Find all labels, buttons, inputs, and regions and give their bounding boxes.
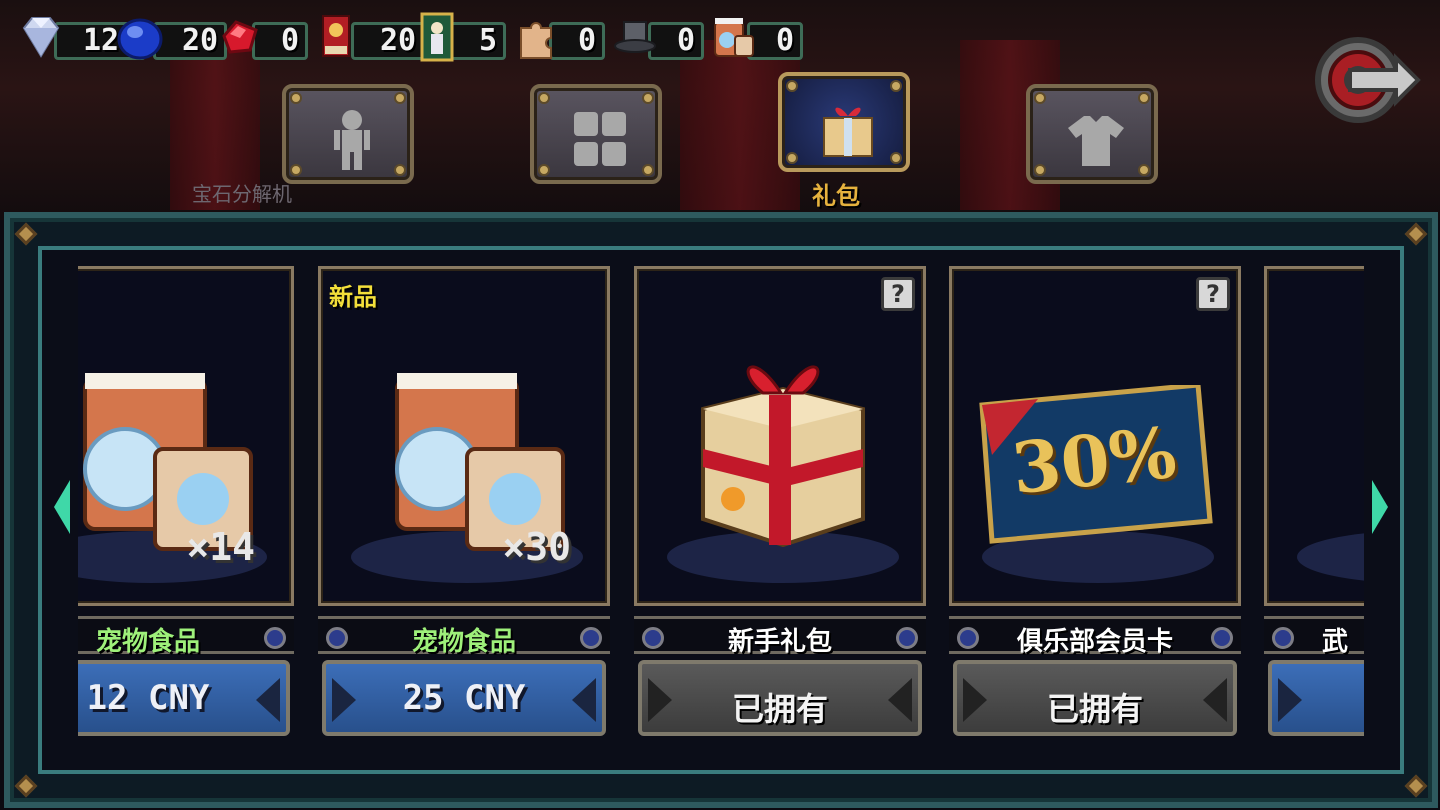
- item-art-frame: ×14: [78, 266, 294, 606]
- blue-gem-icon: [117, 18, 163, 60]
- back-arrow-icon[interactable]: [1310, 30, 1422, 130]
- item-name: 宠物食品: [411, 627, 516, 657]
- buy-button[interactable]: 25 CNY: [322, 660, 606, 736]
- shop-item-list[interactable]: ×14 宠物食品 12 CNY 新品 ×30 宠物食品 25 CNY ? 新手礼…: [78, 264, 1364, 758]
- tab-gift-label: 礼包: [812, 182, 860, 210]
- item-art-frame: 新品 ×30: [318, 266, 610, 606]
- card-discount-text: 30%: [1008, 410, 1180, 511]
- shop-item-club-card[interactable]: ? 30% 俱乐部会员卡 已拥有: [949, 264, 1241, 756]
- resource-hat: 0: [608, 6, 705, 68]
- diamond-icon: [22, 17, 60, 58]
- tab-outfit[interactable]: [1026, 84, 1158, 184]
- tab-character[interactable]: [282, 84, 414, 184]
- help-icon[interactable]: ?: [881, 277, 915, 311]
- resource-ruby: 0: [212, 6, 309, 68]
- character-icon: [334, 110, 370, 170]
- item-art-frame: ? 30%: [949, 266, 1241, 606]
- item-quantity: ×14: [186, 525, 255, 569]
- red-gem-icon: [222, 20, 258, 54]
- gift-icon: [823, 107, 873, 157]
- resource-puzzle: 0: [509, 6, 606, 68]
- dice-icon: [574, 112, 626, 166]
- buy-button[interactable]: [1268, 660, 1364, 736]
- item-name: 新手礼包: [727, 627, 832, 657]
- shop-item-weapon[interactable]: 武: [1264, 264, 1364, 756]
- top-hat-icon: [614, 21, 656, 53]
- owned-button: 已拥有: [953, 660, 1237, 736]
- background-station-label: 宝石分解机: [192, 182, 292, 206]
- buy-button[interactable]: 12 CNY: [78, 660, 290, 736]
- item-name-bar: 新手礼包: [634, 616, 926, 657]
- scroll-right-arrow-icon[interactable]: [1372, 480, 1388, 534]
- item-name-bar: 俱乐部会员卡: [949, 616, 1241, 657]
- owned-status: 已拥有: [1046, 690, 1143, 728]
- item-price: 12 CNY: [86, 678, 210, 718]
- item-name-bar: 宠物食品: [78, 616, 294, 657]
- new-badge: 新品: [329, 283, 377, 311]
- item-quantity: ×30: [502, 525, 571, 569]
- help-icon[interactable]: ?: [1196, 277, 1230, 311]
- gift-box-icon: [701, 365, 865, 548]
- owned-status: 已拥有: [731, 690, 828, 728]
- pet-food-icon: [714, 18, 754, 57]
- item-art-frame: [1264, 266, 1364, 606]
- item-name: 宠物食品: [95, 627, 200, 657]
- owned-button: 已拥有: [638, 660, 922, 736]
- resource-sapphire: 20: [113, 6, 228, 68]
- shirt-icon: [1068, 116, 1124, 166]
- resource-bar: 128 20 0 20 5 0 0 0: [14, 6, 804, 68]
- resource-card: 5: [410, 6, 507, 68]
- scroll-left-arrow-icon[interactable]: [54, 480, 70, 534]
- resource-ticket: 20: [311, 6, 426, 68]
- puzzle-piece-icon: [520, 22, 552, 59]
- shop-item-pet-food-14[interactable]: ×14 宠物食品 12 CNY: [78, 264, 294, 756]
- shop-item-starter-pack[interactable]: ? 新手礼包 已拥有: [634, 264, 926, 756]
- tab-skins[interactable]: [530, 84, 662, 184]
- ticket-icon: [322, 15, 350, 57]
- resource-diamond: 128: [14, 6, 147, 68]
- item-name: 武: [1322, 627, 1349, 657]
- item-name-bar: 武: [1264, 616, 1364, 657]
- item-name: 俱乐部会员卡: [1016, 627, 1173, 657]
- item-name-bar: 宠物食品: [318, 616, 610, 657]
- shop-item-pet-food-30[interactable]: 新品 ×30 宠物食品 25 CNY: [318, 264, 610, 756]
- tarot-card-icon: [420, 12, 454, 62]
- tab-gift[interactable]: [778, 72, 910, 172]
- item-price: 25 CNY: [402, 678, 526, 718]
- item-art-frame: ?: [634, 266, 926, 606]
- resource-pet-food: 0: [707, 6, 804, 68]
